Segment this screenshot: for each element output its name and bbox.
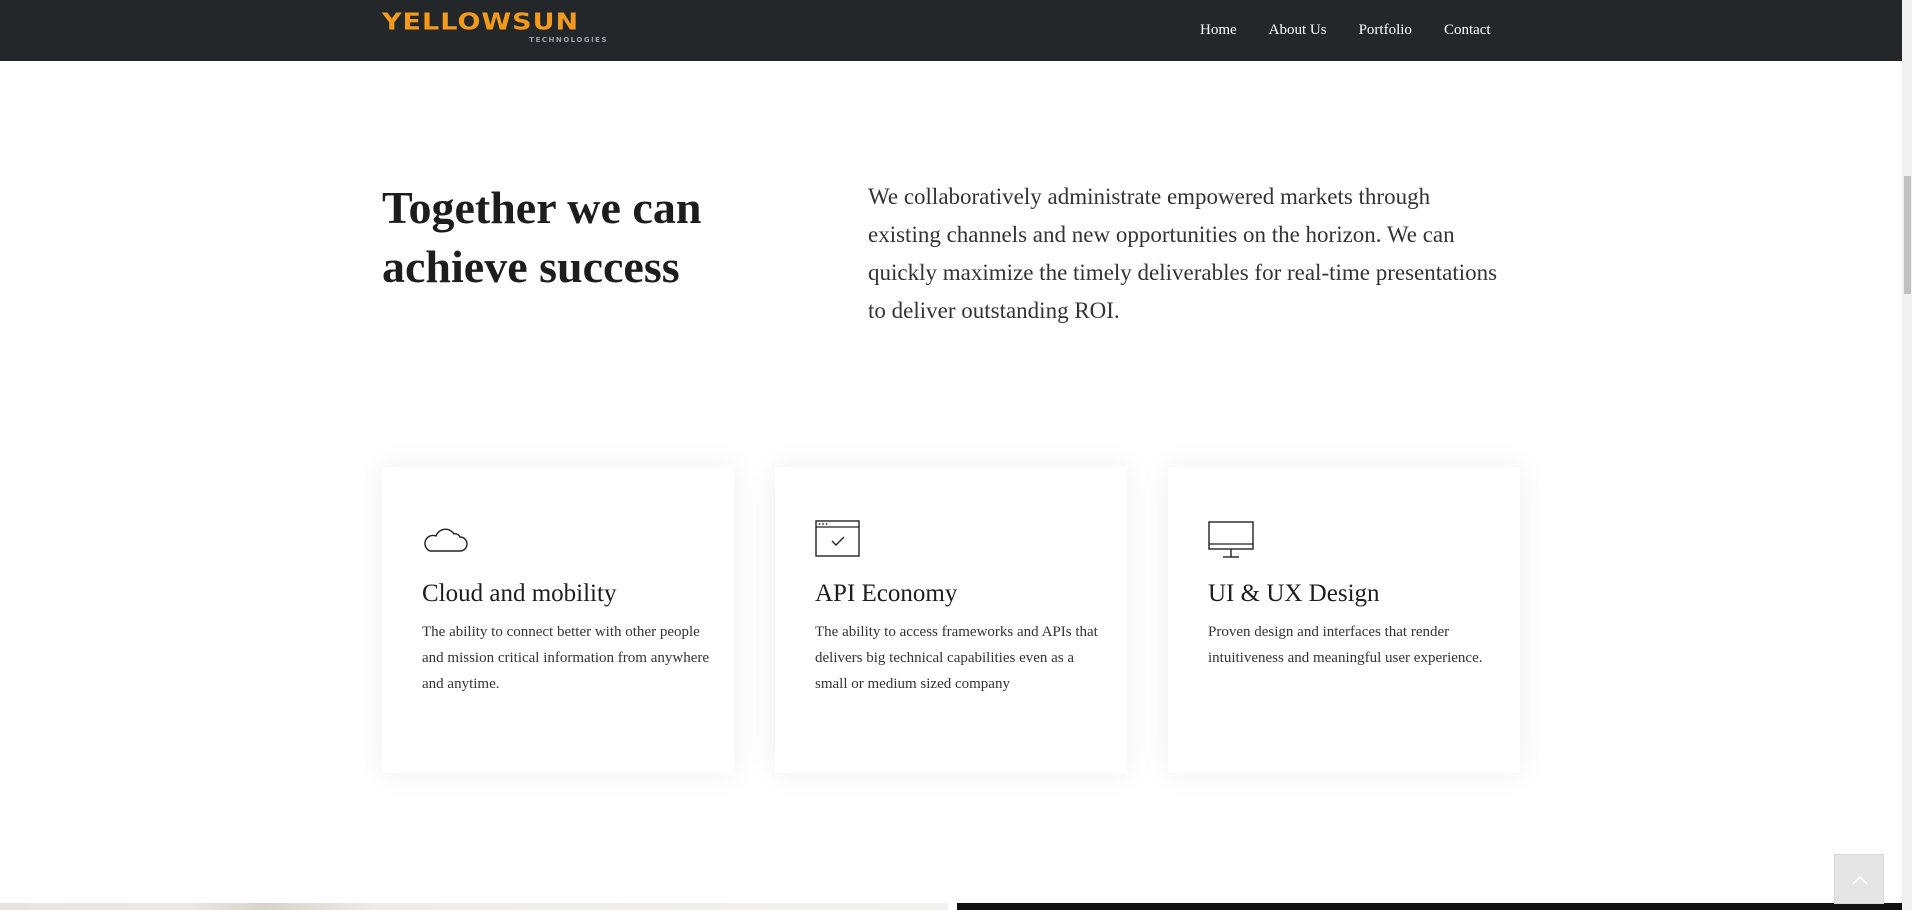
vertical-scrollbar[interactable] — [1902, 0, 1912, 910]
main-nav: Home About Us Portfolio Contact — [1200, 0, 1491, 61]
card-title: API Economy — [815, 580, 958, 607]
card-description: Proven design and interfaces that render… — [1208, 624, 1483, 666]
logo-wordmark: YELLOWSUN — [382, 9, 580, 36]
feature-card-cloud: Cloud and mobility The ability to connec… — [382, 467, 734, 773]
browser-check-icon — [815, 520, 860, 557]
nav-contact[interactable]: Contact — [1444, 22, 1491, 39]
chevron-up-icon — [1852, 875, 1868, 885]
card-title: UI & UX Design — [1208, 580, 1380, 607]
section-image-left — [0, 903, 948, 910]
logo-tagline: TECHNOLOGIES — [529, 36, 608, 44]
card-description: The ability to access frameworks and API… — [815, 624, 1098, 692]
scrollbar-thumb[interactable] — [1904, 176, 1911, 294]
nav-home[interactable]: Home — [1200, 22, 1237, 39]
page: YELLOWSUN TECHNOLOGIES Home About Us Por… — [0, 0, 1912, 910]
site-header: YELLOWSUN TECHNOLOGIES Home About Us Por… — [0, 0, 1902, 61]
logo[interactable]: YELLOWSUN TECHNOLOGIES — [382, 11, 610, 47]
cloud-icon — [424, 528, 468, 552]
nav-about-us[interactable]: About Us — [1269, 22, 1327, 39]
back-to-top-button[interactable] — [1834, 854, 1884, 904]
intro-paragraph: We collaboratively administrate empowere… — [868, 184, 1498, 323]
intro-heading: Together we can achieve success — [382, 182, 702, 292]
nav-portfolio[interactable]: Portfolio — [1359, 22, 1412, 39]
card-title: Cloud and mobility — [422, 580, 617, 607]
feature-card-ui-ux: UI & UX Design Proven design and interfa… — [1168, 467, 1520, 773]
card-description: The ability to connect better with other… — [422, 624, 709, 692]
section-image-right — [957, 903, 1902, 910]
monitor-icon — [1208, 521, 1254, 558]
feature-card-api: API Economy The ability to access framew… — [775, 467, 1127, 773]
